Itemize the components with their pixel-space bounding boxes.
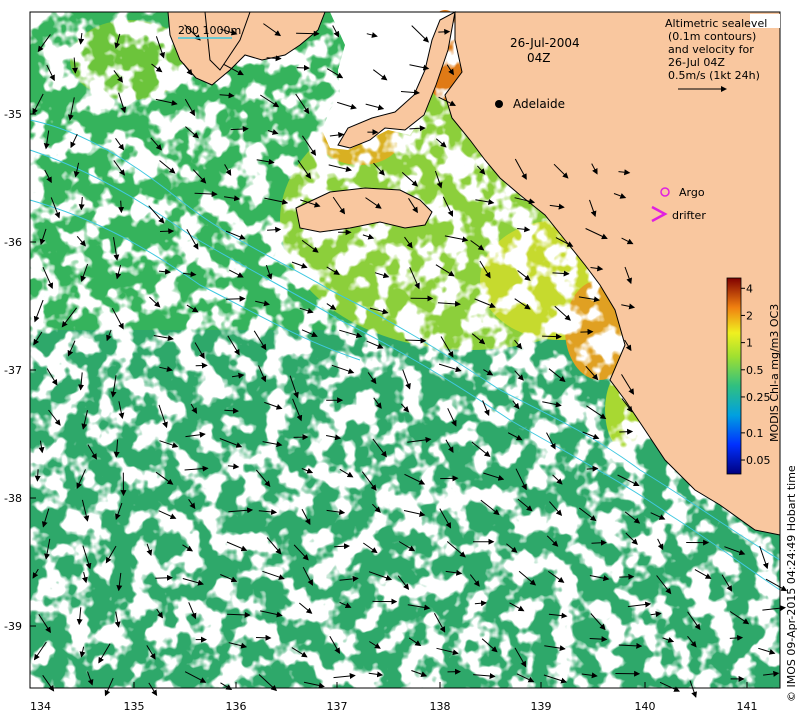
colorbar-ramp bbox=[726, 277, 742, 475]
adelaide-marker bbox=[495, 100, 503, 108]
x-tick-label: 139 bbox=[531, 700, 552, 713]
y-tick-label: -37 bbox=[4, 364, 22, 377]
x-tick-label: 134 bbox=[30, 700, 51, 713]
velocity-arrow bbox=[34, 469, 41, 482]
chlorophyll-map: 134 135 136 137 138 139 140 141 -35 -36 -37 -38 -39… bbox=[4, 10, 798, 713]
x-tick-label: 138 bbox=[430, 700, 451, 713]
colorbar-tick-label: 0.1 bbox=[746, 427, 764, 440]
velocity-arrow bbox=[586, 465, 599, 472]
y-tick-label: -36 bbox=[4, 236, 22, 249]
date-label: 26-Jul-2004 bbox=[510, 36, 580, 50]
velocity-arrow bbox=[591, 539, 607, 546]
colorbar-tick-label: 4 bbox=[746, 282, 753, 295]
depth-legend-text: 200 1000m bbox=[178, 24, 241, 37]
velocity-arrow bbox=[225, 295, 246, 302]
velocity-arrow bbox=[542, 333, 562, 340]
colorbar-tick-label: 1 bbox=[746, 337, 753, 350]
velocity-arrow bbox=[118, 200, 125, 214]
velocity-note-line: (0.1m contours) bbox=[668, 30, 756, 43]
colorbar-title: MODIS Chl-a mg/m3 OC3 bbox=[768, 304, 781, 442]
x-tick-label: 135 bbox=[124, 700, 145, 713]
colorbar-tick-label: 0.5 bbox=[746, 364, 764, 377]
time-label: 04Z bbox=[527, 51, 551, 65]
colorbar-tick-label: 0.25 bbox=[746, 391, 771, 404]
x-tick-label: 140 bbox=[635, 700, 656, 713]
argo-label: Argo bbox=[679, 186, 705, 199]
velocity-note-line: 0.5m/s (1kt 24h) bbox=[668, 69, 760, 82]
velocity-arrow bbox=[619, 428, 634, 435]
velocity-arrow bbox=[619, 573, 635, 580]
y-tick-label: -38 bbox=[4, 492, 22, 505]
velocity-note-line: 26-Jul 04Z bbox=[668, 56, 725, 69]
x-tick-label: 141 bbox=[737, 700, 758, 713]
velocity-arrow bbox=[255, 634, 272, 641]
drifter-label: drifter bbox=[672, 209, 706, 222]
velocity-note-line: Altimetric sealevel bbox=[665, 17, 767, 30]
velocity-arrow bbox=[296, 64, 310, 71]
velocity-arrow bbox=[159, 228, 175, 235]
x-tick-label: 137 bbox=[327, 700, 348, 713]
velocity-note-line: and velocity for bbox=[668, 43, 754, 56]
colorbar-tick-label: 0.05 bbox=[746, 454, 771, 467]
velocity-arrow bbox=[334, 543, 350, 550]
city-label: Adelaide bbox=[513, 97, 565, 111]
credit-text: © IMOS 09-Apr-2015 04:24:49 Hobart time bbox=[785, 465, 798, 702]
y-tick-label: -39 bbox=[4, 620, 22, 633]
y-tick-label: -35 bbox=[4, 108, 22, 121]
depth-legend: 200 1000m bbox=[178, 24, 241, 39]
colorbar-tick-label: 2 bbox=[746, 309, 753, 322]
x-tick-label: 136 bbox=[226, 700, 247, 713]
velocity-arrow bbox=[155, 574, 173, 581]
